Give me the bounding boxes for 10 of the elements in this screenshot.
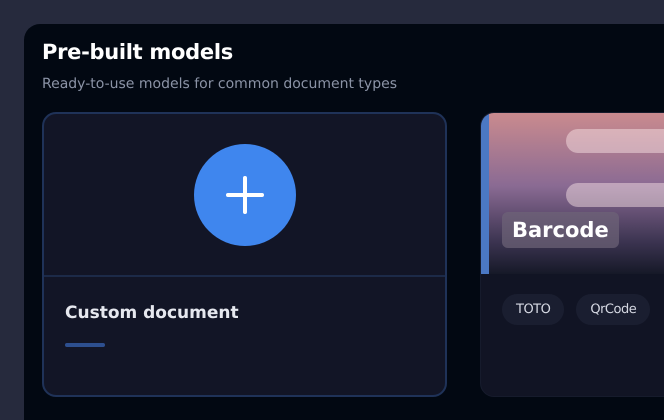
custom-document-card[interactable]: Custom document bbox=[42, 112, 447, 397]
card-title: Barcode bbox=[502, 212, 619, 248]
model-card[interactable]: Barcode TOTO QrCode bbox=[480, 112, 664, 397]
tag: TOTO bbox=[502, 294, 564, 325]
tag: QrCode bbox=[576, 294, 650, 325]
card-title: Custom document bbox=[65, 303, 240, 323]
section-title: Pre-built models bbox=[42, 40, 234, 64]
section-subtitle: Ready-to-use models for common document types bbox=[42, 76, 398, 92]
plus-icon bbox=[224, 174, 264, 214]
accent-bar bbox=[65, 343, 105, 347]
